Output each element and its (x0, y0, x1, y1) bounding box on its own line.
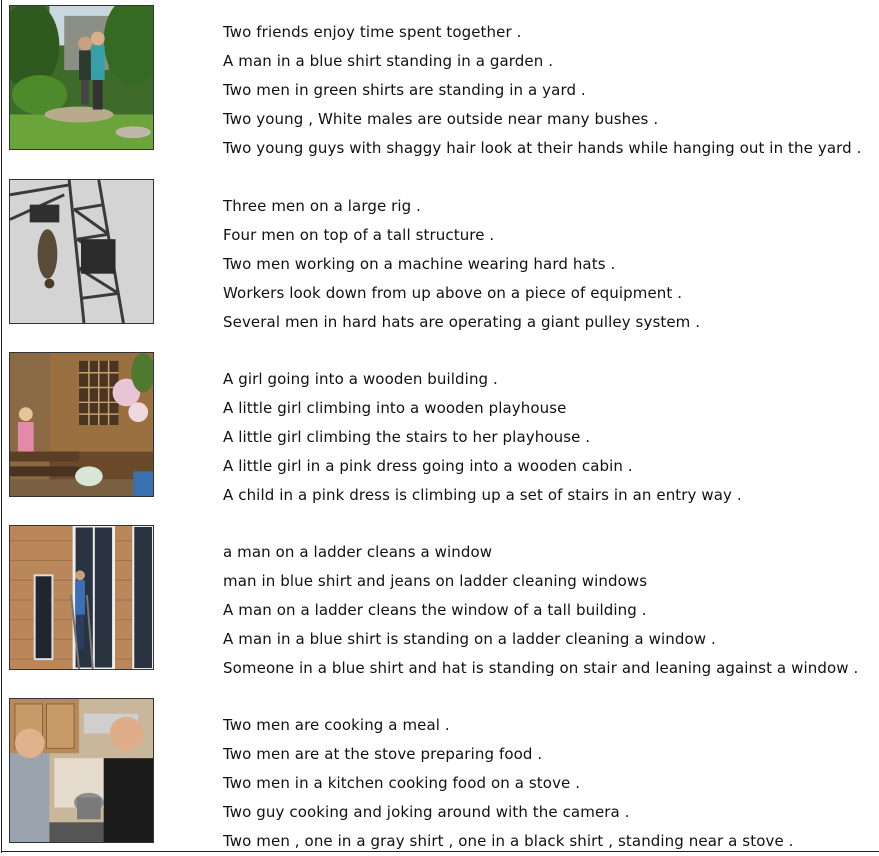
caption-list: a man on a ladder cleans a window man in… (223, 538, 858, 683)
caption-list: Three men on a large rig . Four men on t… (223, 192, 700, 337)
caption: Two guy cooking and joking around with t… (223, 803, 630, 821)
entry-4: a man on a ladder cleans a window man in… (0, 525, 879, 677)
photo-garden-thumbnail (9, 5, 154, 150)
entry-3: A girl going into a wooden building . A … (0, 352, 879, 504)
caption: A little girl climbing into a wooden pla… (223, 399, 567, 417)
caption: A little girl in a pink dress going into… (223, 457, 633, 475)
caption: Three men on a large rig . (223, 197, 422, 215)
caption: Workers look down from up above on a pie… (223, 284, 683, 302)
caption: A girl going into a wooden building . (223, 370, 498, 388)
caption: Two men are at the stove preparing food … (223, 745, 543, 763)
entry-5: Two men are cooking a meal . Two men are… (0, 698, 879, 850)
caption: A little girl climbing the stairs to her… (223, 428, 591, 446)
entry-2: Three men on a large rig . Four men on t… (0, 179, 879, 331)
caption: Several men in hard hats are operating a… (223, 313, 701, 331)
caption-list: Two men are cooking a meal . Two men are… (223, 711, 794, 856)
caption: A child in a pink dress is climbing up a… (223, 486, 742, 504)
photo-kitchen-thumbnail (9, 698, 154, 843)
caption: Two young , White males are outside near… (223, 110, 659, 128)
caption: A man in a blue shirt standing in a gard… (223, 52, 554, 70)
caption: Two men , one in a gray shirt , one in a… (223, 832, 794, 850)
caption: man in blue shirt and jeans on ladder cl… (223, 572, 648, 590)
caption: A man on a ladder cleans the window of a… (223, 601, 647, 619)
caption: Two young guys with shaggy hair look at … (223, 139, 862, 157)
entry-1: Two friends enjoy time spent together . … (0, 5, 879, 157)
caption: Four men on top of a tall structure . (223, 226, 495, 244)
caption: Two men in green shirts are standing in … (223, 81, 586, 99)
caption: a man on a ladder cleans a window (223, 543, 493, 561)
caption: Two men are cooking a meal . (223, 716, 450, 734)
photo-ladder-thumbnail (9, 525, 154, 670)
caption: Someone in a blue shirt and hat is stand… (223, 659, 859, 677)
caption-list: A girl going into a wooden building . A … (223, 365, 742, 510)
caption: Two men in a kitchen cooking food on a s… (223, 774, 581, 792)
caption-grid: Two friends enjoy time spent together . … (0, 0, 879, 853)
caption: A man in a blue shirt is standing on a l… (223, 630, 716, 648)
caption: Two men working on a machine wearing har… (223, 255, 616, 273)
caption: Two friends enjoy time spent together . (223, 23, 522, 41)
photo-rig-thumbnail (9, 179, 154, 324)
caption-list: Two friends enjoy time spent together . … (223, 18, 861, 163)
photo-playhouse-thumbnail (9, 352, 154, 497)
